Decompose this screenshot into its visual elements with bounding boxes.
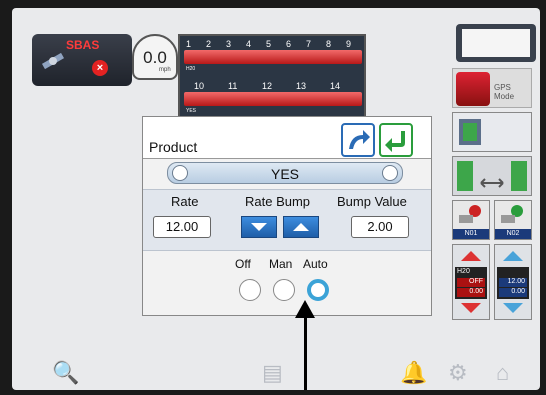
redirect-button[interactable]: [341, 123, 375, 157]
section-number: 12: [262, 81, 273, 91]
section-number: 11: [228, 81, 238, 91]
indicator-window: [462, 29, 530, 57]
return-button[interactable]: [379, 123, 413, 157]
annotation-arrow-shaft: [304, 314, 307, 390]
bump-value-label: Bump Value: [337, 194, 407, 209]
section-number: 4: [246, 39, 252, 49]
section-number: 2: [206, 39, 212, 49]
rate-down-button[interactable]: [503, 303, 523, 313]
section-bar[interactable]: [184, 92, 362, 106]
rate-bump-up-button[interactable]: [283, 216, 319, 238]
control-state: 12.00: [499, 278, 527, 287]
rate-info: 12.00 0.00: [497, 267, 529, 299]
rate-input[interactable]: 12.00: [153, 216, 211, 238]
mode-off-radio[interactable]: [239, 279, 261, 301]
gps-mode-icon: [456, 72, 490, 106]
settings-icon[interactable]: ⚙: [448, 360, 468, 386]
gnss-status[interactable]: SBAS ×: [32, 34, 132, 86]
section-number: 13: [296, 81, 307, 91]
mode-section: Off Man Auto: [143, 251, 431, 317]
nozzle-1-label: N01: [453, 229, 489, 239]
rate-section: Rate Rate Bump Bump Value 12.00 2.00: [143, 189, 431, 251]
rate-label: Rate: [171, 194, 199, 209]
control-value: 0.00: [499, 288, 527, 297]
section-number: 3: [226, 39, 232, 49]
redirect-arrow-icon: [349, 130, 370, 149]
search-icon[interactable]: 🔍: [52, 360, 79, 386]
section-row-1: 1 2 3 4 5 6 7 8 9 H20: [184, 39, 362, 72]
mode-off-label: Off: [235, 257, 251, 271]
rate-control-2[interactable]: 12.00 0.00: [494, 244, 532, 320]
shift-icon: [480, 178, 504, 188]
product-selector[interactable]: YES: [167, 162, 403, 184]
nozzle-2-button[interactable]: N02: [494, 200, 532, 240]
speed-value: 0.0: [143, 48, 167, 67]
panel-header: Product: [143, 117, 431, 159]
satellite-icon: [41, 52, 65, 70]
map-button[interactable]: [452, 112, 532, 152]
speed-gauge: 0.0 mph: [132, 34, 178, 80]
product-value: YES: [270, 166, 299, 182]
gps-mode-label: GPS Mode: [494, 83, 515, 101]
annotation-arrow: [295, 300, 315, 390]
rate-up-button[interactable]: [461, 251, 481, 261]
device-screen: SBAS × 0.0 mph 1 2 3 4 5 6 7 8 9 H20 10 …: [12, 8, 540, 390]
rate-bump-down-button[interactable]: [241, 216, 277, 238]
rate-bump-label: Rate Bump: [245, 194, 311, 209]
section-number: 10: [194, 81, 205, 91]
gnss-label: SBAS: [66, 38, 100, 52]
nozzle-2-label: N02: [495, 229, 531, 239]
rate-up-button[interactable]: [503, 251, 523, 261]
document-icon[interactable]: ▤: [262, 360, 283, 386]
next-arrow-icon[interactable]: [382, 165, 398, 181]
section-display: 1 2 3 4 5 6 7 8 9 H20 10 11 12 13 14 YES: [178, 34, 366, 120]
section-product-label: H20: [186, 66, 196, 72]
product-panel: Product YES Rate Rate Bump Bump Value 12…: [142, 116, 432, 316]
section-number: 7: [306, 39, 312, 49]
section-number: 14: [330, 81, 341, 91]
section-number: 9: [346, 39, 352, 49]
section-product-label: YES: [186, 108, 197, 114]
control-product: H20: [457, 268, 470, 275]
rate-info: H20 OFF 0.00: [455, 267, 487, 299]
section-bar[interactable]: [184, 50, 362, 64]
control-state: OFF: [457, 278, 485, 287]
top-right-indicator[interactable]: [456, 24, 536, 62]
section-number: 8: [326, 39, 332, 49]
bell-icon[interactable]: 🔔: [400, 360, 427, 386]
down-arrow-icon: [251, 223, 267, 231]
error-icon: ×: [92, 60, 108, 76]
nozzle-icon: [501, 205, 523, 223]
control-value: 0.00: [457, 288, 485, 297]
rate-control-1[interactable]: H20 OFF 0.00: [452, 244, 490, 320]
nozzle-icon: [459, 205, 481, 223]
gps-mode-button[interactable]: GPS Mode: [452, 68, 532, 108]
mode-auto-radio[interactable]: [307, 279, 329, 301]
mode-man-label: Man: [269, 257, 293, 271]
rate-down-button[interactable]: [461, 303, 481, 313]
return-arrow-icon: [385, 131, 405, 152]
section-number: 6: [286, 39, 292, 49]
bump-value-input[interactable]: 2.00: [351, 216, 409, 238]
panel-title: Product: [149, 139, 198, 155]
nozzle-1-button[interactable]: N01: [452, 200, 490, 240]
home-icon[interactable]: ⌂: [496, 360, 509, 386]
section-number: 1: [186, 39, 192, 49]
mode-auto-label: Auto: [303, 257, 328, 271]
section-number: 5: [266, 39, 272, 49]
speed-unit: mph: [159, 67, 171, 73]
section-row-2: 10 11 12 13 14 YES: [184, 81, 362, 114]
guidance-shift-control[interactable]: [452, 156, 532, 196]
mode-man-radio[interactable]: [273, 279, 295, 301]
up-arrow-icon: [293, 223, 309, 231]
map-icon: [459, 119, 481, 145]
